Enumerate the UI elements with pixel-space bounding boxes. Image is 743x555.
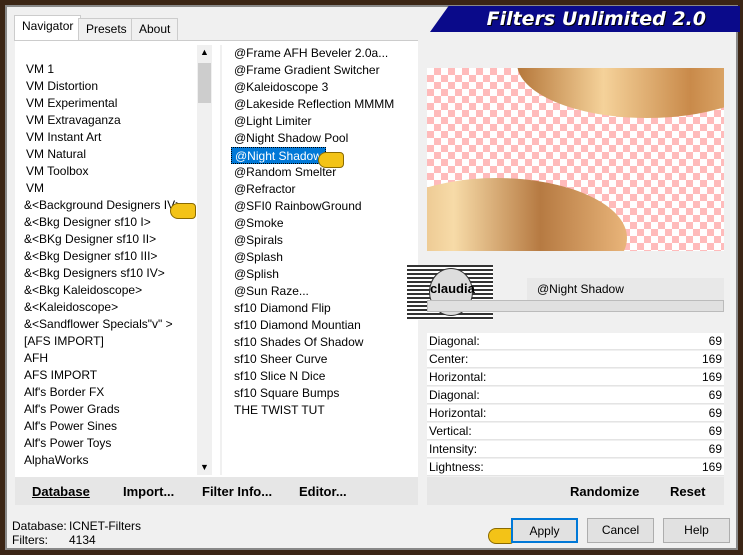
cancel-button[interactable]: Cancel — [587, 518, 654, 543]
category-item[interactable]: AFH — [24, 350, 48, 367]
param-row-slider[interactable]: Vertical: 69 — [427, 423, 724, 440]
param-row-slider[interactable]: Horizontal: 69 — [427, 405, 724, 422]
filter-item[interactable]: sf10 Shades Of Shadow — [234, 334, 363, 351]
help-button[interactable]: Help — [663, 518, 730, 543]
category-item[interactable]: AFS IMPORT — [24, 367, 97, 384]
reset-button[interactable]: Reset — [670, 484, 705, 499]
category-item[interactable]: Alf's Border FX — [24, 384, 104, 401]
category-item[interactable]: Alf's Power Grads — [24, 401, 120, 418]
param-label: Diagonal: — [429, 334, 480, 348]
category-item[interactable]: &<Bkg Designer sf10 III> — [24, 248, 157, 265]
param-row-slider[interactable]: Center: 169 — [427, 351, 724, 368]
filter-item[interactable]: @Sun Raze... — [234, 283, 309, 300]
param-label: Lightness: — [429, 460, 484, 474]
param-button-bar: Randomize Reset — [427, 477, 724, 505]
category-item[interactable]: Alf's Power Toys — [24, 435, 111, 452]
param-value: 69 — [708, 424, 722, 438]
param-value: 169 — [701, 370, 722, 384]
filter-item[interactable]: sf10 Slice N Dice — [234, 368, 325, 385]
filter-item[interactable]: @Frame AFH Beveler 2.0a... — [234, 45, 388, 62]
category-item[interactable]: AlphaWorks — [24, 452, 88, 469]
param-value: 69 — [708, 442, 722, 456]
category-item[interactable]: VM Experimental — [26, 95, 117, 112]
param-row-slider[interactable]: Horizontal: 169 — [427, 369, 724, 386]
filter-item[interactable]: @Night Shadow Pool — [234, 130, 348, 147]
param-row-slider[interactable]: Diagonal: 69 — [427, 387, 724, 404]
database-status-label: Database: — [12, 519, 67, 533]
category-item[interactable]: VM Natural — [26, 146, 86, 163]
filter-item[interactable]: @Kaleidoscope 3 — [234, 79, 328, 96]
category-item[interactable]: [AFS IMPORT] — [24, 333, 104, 350]
apply-button[interactable]: Apply — [511, 518, 578, 543]
category-item[interactable]: VM Instant Art — [26, 129, 101, 146]
param-value: 69 — [708, 388, 722, 402]
scroll-thumb[interactable] — [198, 63, 211, 103]
filter-item[interactable]: @Lakeside Reflection MMMM — [234, 96, 394, 113]
tab-presets[interactable]: Presets — [78, 18, 135, 40]
category-item[interactable]: &<Bkg Designers sf10 IV> — [24, 265, 165, 282]
filter-item[interactable]: sf10 Diamond Mountian — [234, 317, 361, 334]
scroll-down-icon[interactable]: ▼ — [197, 462, 212, 472]
category-item[interactable]: &<Bkg Kaleidoscope> — [24, 282, 142, 299]
param-label: Center: — [429, 352, 469, 366]
filter-item[interactable]: sf10 Sheer Curve — [234, 351, 327, 368]
filter-item[interactable]: @Splish — [234, 266, 279, 283]
filter-name-label: @Night Shadow — [527, 278, 724, 300]
category-scrollbar[interactable]: ▲ ▼ — [197, 45, 212, 475]
database-status-value: ICNET-Filters — [69, 519, 141, 533]
pointing-hand-icon — [318, 152, 344, 168]
category-list[interactable]: VM 1 VM Distortion VM Experimental VM Extra… — [15, 45, 197, 475]
filter-item[interactable]: @Splash — [234, 249, 283, 266]
filters-count-value: 4134 — [69, 533, 96, 547]
param-label: Vertical: — [429, 424, 472, 438]
param-row-slider[interactable]: Diagonal: 69 — [427, 333, 724, 350]
category-item[interactable]: VM Extravaganza — [26, 112, 121, 129]
pointing-hand-icon — [170, 203, 196, 219]
param-value: 169 — [701, 460, 722, 474]
randomize-button[interactable]: Randomize — [570, 484, 639, 499]
filter-item[interactable]: @SFI0 RainbowGround — [234, 198, 362, 215]
filter-item[interactable]: @Smoke — [234, 215, 284, 232]
app-title: Filters Unlimited 2.0 — [430, 6, 740, 32]
filter-item[interactable]: sf10 Square Bumps — [234, 385, 339, 402]
filter-item[interactable]: @Light Limiter — [234, 113, 312, 130]
filter-item[interactable]: @Frame Gradient Switcher — [234, 62, 380, 79]
database-button[interactable]: Database — [32, 484, 90, 499]
param-label: Horizontal: — [429, 406, 487, 420]
param-value: 69 — [708, 406, 722, 420]
filters-count-label: Filters: — [12, 533, 48, 547]
category-item[interactable]: Alf's Power Sines — [24, 418, 117, 435]
filter-item[interactable]: @Spirals — [234, 232, 283, 249]
category-item[interactable]: VM Toolbox — [26, 163, 88, 180]
filter-item[interactable]: sf10 Diamond Flip — [234, 300, 331, 317]
filter-name-bar — [427, 300, 724, 312]
category-item[interactable]: VM — [26, 180, 44, 197]
tab-navigator[interactable]: Navigator — [14, 15, 82, 41]
import-button[interactable]: Import... — [123, 484, 174, 499]
filter-item[interactable]: THE TWIST TUT — [234, 402, 325, 419]
param-row-slider[interactable]: Lightness: 169 — [427, 459, 724, 476]
scroll-up-icon[interactable]: ▲ — [197, 47, 212, 57]
preview-image — [427, 68, 724, 251]
editor-button[interactable]: Editor... — [299, 484, 347, 499]
param-label: Diagonal: — [429, 388, 480, 402]
param-row-slider[interactable]: Intensity: 69 — [427, 441, 724, 458]
param-label: Intensity: — [429, 442, 478, 456]
param-value: 69 — [708, 334, 722, 348]
filter-info-button[interactable]: Filter Info... — [202, 484, 272, 499]
category-item[interactable]: &<Background Designers IV> — [24, 197, 182, 214]
category-item[interactable]: &<Kaleidoscope> — [24, 299, 118, 316]
category-item[interactable]: &<Sandflower Specials"v" > — [24, 316, 173, 333]
list-button-bar: Database Import... Filter Info... Editor… — [15, 477, 418, 505]
category-item[interactable]: VM Distortion — [26, 78, 98, 95]
filter-item[interactable]: @Night Shadow — [231, 147, 326, 164]
category-item[interactable]: VM 1 — [26, 61, 54, 78]
category-item[interactable]: &<Bkg Designer sf10 I> — [24, 214, 151, 231]
param-value: 169 — [701, 352, 722, 366]
param-label: Horizontal: — [429, 370, 487, 384]
category-item[interactable]: &<BKg Designer sf10 II> — [24, 231, 156, 248]
tab-about[interactable]: About — [131, 18, 179, 40]
filter-item[interactable]: @Refractor — [234, 181, 296, 198]
filter-list[interactable]: @Frame AFH Beveler 2.0a... @Frame Gradien… — [220, 45, 418, 475]
